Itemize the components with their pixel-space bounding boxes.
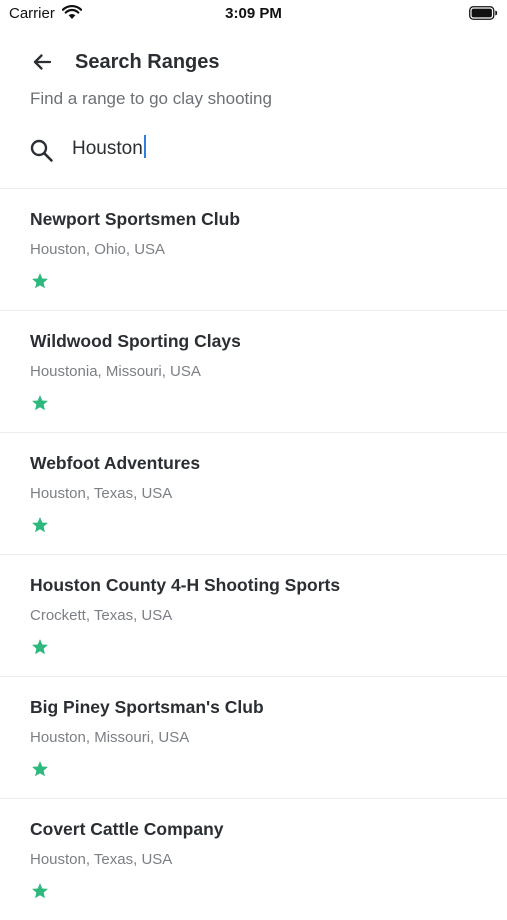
star-icon [31,516,49,539]
list-item[interactable]: Webfoot Adventures Houston, Texas, USA [0,432,507,554]
search-bar[interactable]: Houston [0,128,507,172]
range-name: Webfoot Adventures [30,453,201,473]
battery-icon [469,6,498,25]
page-subtitle: Find a range to go clay shooting [30,89,272,108]
range-location: Houston, Ohio, USA [30,241,166,258]
star-icon [31,394,49,417]
list-item[interactable]: Houston County 4-H Shooting Sports Crock… [0,554,507,676]
range-location: Houston, Missouri, USA [30,729,190,746]
range-location: Houstonia, Missouri, USA [30,363,201,380]
range-name: Houston County 4-H Shooting Sports [30,575,341,595]
search-icon [29,138,55,169]
range-name: Newport Sportsmen Club [30,209,241,229]
range-location: Houston, Texas, USA [30,485,173,502]
list-item[interactable]: Newport Sportsmen Club Houston, Ohio, US… [0,188,507,310]
back-button[interactable] [28,48,56,76]
header: Search Ranges [0,40,507,85]
star-icon [31,638,49,661]
star-icon [31,760,49,783]
results-list: Newport Sportsmen Club Houston, Ohio, US… [0,188,507,920]
star-icon [31,272,49,295]
text-caret [143,135,146,158]
range-name: Wildwood Sporting Clays [30,331,241,351]
star-icon [31,882,49,905]
clock-time: 3:09 PM [225,5,282,22]
status-bar: Carrier 3:09 PM [0,0,507,28]
range-location: Crockett, Texas, USA [30,607,173,624]
list-item[interactable]: Covert Cattle Company Houston, Texas, US… [0,798,507,920]
range-name: Covert Cattle Company [30,819,224,839]
arrow-left-icon [33,54,52,70]
search-input-value: Houston [72,138,143,159]
range-location: Houston, Texas, USA [30,851,173,868]
page-title: Search Ranges [75,51,220,73]
list-item[interactable]: Wildwood Sporting Clays Houstonia, Misso… [0,310,507,432]
range-name: Big Piney Sportsman's Club [30,697,264,717]
search-input[interactable]: Houston [72,135,146,162]
list-item[interactable]: Big Piney Sportsman's Club Houston, Miss… [0,676,507,798]
